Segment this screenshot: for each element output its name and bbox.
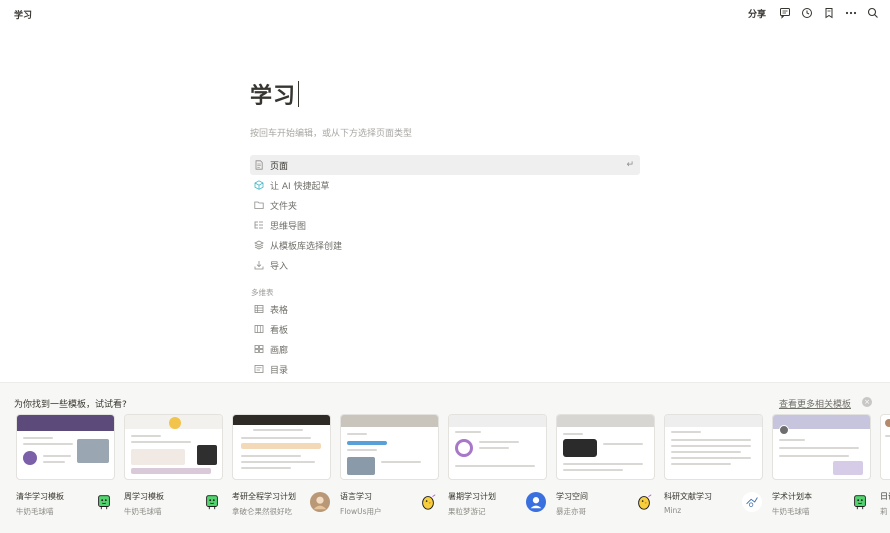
- menu-item-label: 让 AI 快捷起草: [270, 181, 330, 192]
- menu-item-label: 文件夹: [270, 201, 298, 212]
- template-name: 学习空间: [556, 492, 588, 501]
- template-author: 牛奶毛球喵: [124, 507, 162, 516]
- template-card[interactable]: 语言学习 FlowUs用户: [338, 414, 439, 522]
- search-icon[interactable]: [866, 6, 880, 20]
- sketch-avatar: [742, 492, 762, 512]
- editor-hint: 按回车开始编辑，或从下方选择页面类型: [250, 129, 413, 139]
- template-thumbnail: [232, 414, 331, 480]
- template-thumbnail: [16, 414, 115, 480]
- template-card[interactable]: 日语 莉: [878, 414, 890, 522]
- menu-item-import[interactable]: 导入: [250, 255, 640, 275]
- menu-item-label: 从模板库选择创建: [270, 241, 343, 252]
- template-thumbnail: [124, 414, 223, 480]
- menu-item-kanban[interactable]: 看板: [250, 319, 640, 339]
- gallery-icon: [253, 344, 264, 355]
- menu-item-label: 看板: [270, 325, 289, 336]
- template-card[interactable]: 考研全程学习计划 拿破仑果然很好吃: [230, 414, 331, 522]
- green-robot-avatar: [202, 492, 222, 512]
- template-card[interactable]: 科研文献学习 Minz: [662, 414, 763, 522]
- menu-item-mindmap[interactable]: 思维导图: [250, 215, 640, 235]
- green-robot-avatar: [94, 492, 114, 512]
- photo-avatar: [310, 492, 330, 512]
- menu-item-folder[interactable]: 文件夹: [250, 195, 640, 215]
- template-name: 科研文献学习: [664, 492, 712, 501]
- close-icon[interactable]: ×: [862, 397, 872, 407]
- template-name: 周学习模板: [124, 492, 164, 501]
- template-card[interactable]: 学习空间 暴走亦哥: [554, 414, 655, 522]
- template-card[interactable]: 暑期学习计划 果粒梦游记: [446, 414, 547, 522]
- template-name: 暑期学习计划: [448, 492, 496, 501]
- page-icon: [253, 160, 264, 171]
- text-caret: [298, 81, 300, 107]
- list-icon: [253, 364, 264, 375]
- template-thumbnail: [772, 414, 871, 480]
- breadcrumb[interactable]: 学习: [14, 8, 32, 21]
- template-name: 清华学习模板: [16, 492, 64, 501]
- page-type-menu: 页面 ↵ 让 AI 快捷起草 文件夹 思维导图 从模板库选择创建 导入 多维表 …: [250, 155, 640, 379]
- template-thumbnail: [880, 414, 890, 480]
- menu-item-page[interactable]: 页面 ↵: [250, 155, 640, 175]
- page-title[interactable]: 学习: [250, 78, 296, 110]
- green-robot-avatar: [850, 492, 870, 512]
- template-card[interactable]: 周学习模板 牛奶毛球喵: [122, 414, 223, 522]
- enter-key-icon: ↵: [626, 160, 634, 170]
- more-templates-link[interactable]: 查看更多相关模板: [779, 397, 851, 410]
- yellow-bird-avatar: [634, 492, 654, 512]
- template-author: 暴走亦哥: [556, 507, 586, 516]
- top-actions: 分享: [748, 6, 880, 20]
- history-icon[interactable]: [800, 6, 814, 20]
- template-author: 果粒梦游记: [448, 507, 486, 516]
- yellow-bird-avatar: [418, 492, 438, 512]
- blue-person-avatar: [526, 492, 546, 512]
- kanban-icon: [253, 324, 264, 335]
- template-thumbnail: [340, 414, 439, 480]
- topbar: 学习 分享: [0, 0, 890, 28]
- template-name: 学术计划本: [772, 492, 812, 501]
- template-suggestions-panel: 为你找到一些模板，试试看? 查看更多相关模板 × 清华学习模板 牛奶毛球喵 周学…: [0, 382, 890, 533]
- comment-icon[interactable]: [778, 6, 792, 20]
- template-author: 牛奶毛球喵: [16, 507, 54, 516]
- menu-item-label: 导入: [270, 261, 289, 272]
- import-icon: [253, 260, 264, 271]
- template-name: 考研全程学习计划: [232, 492, 296, 501]
- menu-item-label: 表格: [270, 305, 289, 316]
- template-author: 拿破仑果然很好吃: [232, 507, 292, 516]
- ai-cube-icon: [253, 180, 264, 191]
- template-card[interactable]: 清华学习模板 牛奶毛球喵: [14, 414, 115, 522]
- page-editor: 学习 按回车开始编辑，或从下方选择页面类型 页面 ↵ 让 AI 快捷起草 文件夹: [250, 78, 640, 376]
- template-thumbnail: [448, 414, 547, 480]
- title-row: 学习: [250, 78, 640, 110]
- menu-item-ai-draft[interactable]: 让 AI 快捷起草: [250, 175, 640, 195]
- template-icon: [253, 240, 264, 251]
- template-thumbnail: [556, 414, 655, 480]
- folder-icon: [253, 200, 264, 211]
- menu-item-directory[interactable]: 目录: [250, 359, 640, 379]
- template-name: 语言学习: [340, 492, 372, 501]
- menu-item-template[interactable]: 从模板库选择创建: [250, 235, 640, 255]
- database-section-label: 多维表: [251, 288, 274, 297]
- more-icon[interactable]: [844, 6, 858, 20]
- menu-item-label: 页面: [270, 161, 289, 172]
- template-thumbnail: [664, 414, 763, 480]
- bookmark-icon[interactable]: [822, 6, 836, 20]
- template-author: 牛奶毛球喵: [772, 507, 810, 516]
- template-card[interactable]: 学术计划本 牛奶毛球喵: [770, 414, 871, 522]
- template-name: 日语: [880, 492, 890, 501]
- menu-item-label: 画廊: [270, 345, 289, 356]
- menu-item-table[interactable]: 表格: [250, 299, 640, 319]
- template-cards: 清华学习模板 牛奶毛球喵 周学习模板 牛奶毛球喵 考研全程学习计划 拿破仑果然很…: [14, 414, 890, 524]
- template-author: 莉: [880, 507, 888, 516]
- template-author: FlowUs用户: [340, 507, 382, 516]
- table-icon: [253, 304, 264, 315]
- menu-item-gallery[interactable]: 画廊: [250, 339, 640, 359]
- share-button[interactable]: 分享: [748, 7, 766, 20]
- menu-item-label: 目录: [270, 365, 289, 376]
- mindmap-icon: [253, 220, 264, 231]
- template-author: Minz: [664, 506, 682, 515]
- menu-item-label: 思维导图: [270, 221, 307, 232]
- panel-title: 为你找到一些模板，试试看?: [14, 400, 127, 410]
